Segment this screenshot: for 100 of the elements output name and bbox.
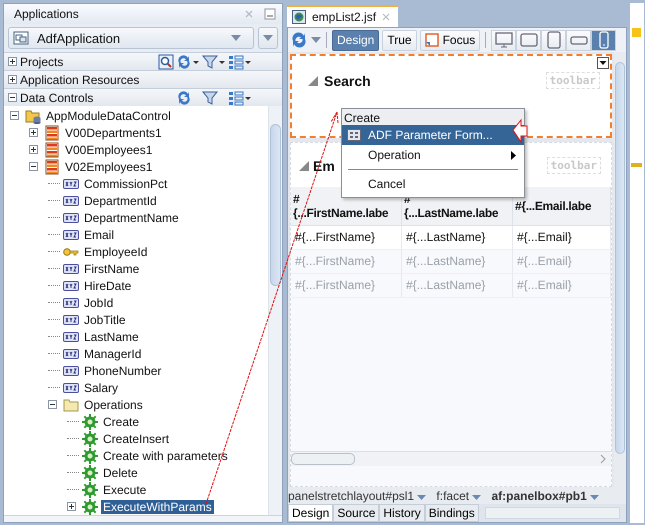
application-selector[interactable]: AdfApplication [8, 27, 254, 49]
expander-icon[interactable] [29, 145, 38, 154]
disclosure-icon[interactable] [308, 76, 318, 86]
tree-item[interactable]: V00Departments1 [63, 126, 164, 140]
view-tab[interactable]: History [379, 504, 425, 522]
submenu-arrow-icon [511, 150, 516, 160]
caret-icon[interactable] [590, 494, 600, 500]
vertical-scrollbar[interactable] [268, 106, 282, 515]
minimize-icon[interactable] [264, 8, 276, 20]
attribute-icon [63, 314, 79, 324]
attribute-icon [63, 348, 79, 358]
gear-icon [82, 414, 98, 430]
scroll-right-icon[interactable] [599, 454, 607, 464]
data-control-icon [25, 108, 41, 124]
caret-icon[interactable] [417, 494, 426, 500]
panel-title: Applications [14, 7, 80, 21]
tree-item[interactable]: ManagerId [82, 346, 144, 360]
tree-item[interactable]: JobId [82, 296, 116, 310]
horizontal-scrollbar[interactable] [4, 515, 282, 522]
breadcrumb-item[interactable]: af:panelbox#pb1 [491, 488, 600, 502]
caret-icon [263, 35, 273, 41]
vertical-scrollbar[interactable] [614, 52, 626, 504]
menu-item[interactable]: Operation [342, 145, 524, 165]
gear-icon [82, 448, 98, 464]
panel-title: Em [313, 158, 336, 174]
breadcrumb-item[interactable]: f:facet [436, 488, 482, 502]
breadcrumb-item[interactable]: panelstretchlayout#psl1 [288, 488, 426, 502]
tree-item[interactable]: Salary [82, 380, 120, 394]
tree-item[interactable]: EmployeeId [82, 244, 150, 258]
marker-icon[interactable] [631, 163, 642, 167]
panel-menu-icon[interactable] [597, 57, 609, 69]
expander-icon[interactable] [29, 162, 38, 171]
expander-icon[interactable] [8, 93, 17, 102]
collection-icon [44, 124, 60, 140]
disclosure-icon[interactable] [299, 160, 309, 170]
search-icon[interactable] [158, 54, 174, 70]
editor-tab[interactable]: empList2.jsf [287, 5, 398, 27]
view-tab[interactable]: Source [333, 504, 380, 522]
tree-item[interactable]: FirstName [82, 262, 142, 276]
expander-icon[interactable] [48, 400, 57, 409]
tree-item[interactable]: Create [101, 414, 142, 428]
tree-item[interactable]: HireDate [82, 278, 134, 292]
attribute-icon [63, 230, 79, 240]
horizontal-scrollbar[interactable] [484, 507, 620, 519]
view-tab[interactable]: Design [288, 504, 334, 522]
phone-preview-button[interactable] [591, 30, 616, 50]
table-cell: #{...LastName} [402, 274, 513, 298]
tree-item[interactable]: LastName [82, 330, 141, 344]
tree-item[interactable]: DepartmentName [82, 210, 181, 224]
tree-item[interactable]: JobTitle [82, 312, 128, 326]
tree-item[interactable]: Operations [82, 398, 145, 412]
refresh-icon[interactable] [176, 54, 200, 70]
expander-icon[interactable] [10, 111, 19, 120]
menu-item[interactable]: ADF Parameter Form... [342, 125, 524, 145]
layout-options-icon[interactable] [228, 54, 252, 70]
tree-item[interactable]: PhoneNumber [82, 364, 164, 378]
focus-button[interactable]: Focus [420, 30, 480, 50]
tablet-icon [544, 31, 563, 49]
filter-icon[interactable] [202, 54, 226, 70]
tree-item[interactable]: Execute [101, 482, 148, 496]
table-cell: #{...FirstName} [291, 274, 402, 298]
tree-item[interactable]: V02Employees1 [63, 160, 154, 174]
tree-item[interactable]: ExecuteWithParams [101, 500, 214, 514]
mode-button[interactable]: True [382, 30, 417, 50]
dropdown-caret-icon[interactable] [311, 37, 321, 43]
horizontal-scrollbar[interactable] [291, 451, 611, 466]
attribute-icon [63, 178, 79, 188]
layout-options-icon[interactable] [228, 90, 252, 106]
tree-item[interactable]: CreateInsert [101, 432, 172, 446]
caret-icon[interactable] [472, 494, 482, 500]
tree-item[interactable]: Email [82, 228, 116, 242]
view-tab[interactable]: Bindings [424, 504, 479, 522]
marker-icon[interactable] [632, 28, 641, 37]
tree-item[interactable]: Create with parameters [101, 448, 230, 462]
dropdown-caret-icon [231, 35, 241, 41]
attribute-icon [63, 212, 79, 222]
desktop-icon [494, 31, 513, 49]
expander-icon[interactable] [67, 502, 76, 511]
tree-item[interactable]: DepartmentId [82, 194, 159, 208]
table-cell: #{...Email} [513, 274, 611, 298]
gear-icon [82, 498, 98, 514]
desktop-preview-button[interactable] [491, 30, 516, 50]
phone-landscape-preview-button[interactable] [566, 30, 592, 50]
tablet-landscape-preview-button[interactable] [516, 30, 542, 50]
tree-item[interactable]: CommissionPct [82, 176, 170, 190]
refresh-icon[interactable] [290, 31, 308, 49]
tree-item[interactable]: Delete [101, 466, 140, 480]
collection-icon [44, 142, 60, 158]
attribute-icon [63, 366, 79, 376]
tablet-landscape-icon [520, 31, 538, 49]
tree-item[interactable]: AppModuleDataControl [44, 108, 173, 122]
panel-title: Search [324, 72, 372, 88]
tablet-preview-button[interactable] [541, 30, 566, 50]
expander-icon[interactable] [29, 128, 38, 137]
mode-button[interactable]: Design [332, 30, 380, 50]
focus-icon [424, 33, 439, 47]
tree-item[interactable]: V00Employees1 [63, 142, 154, 156]
menu-dropdown-button[interactable] [258, 27, 278, 49]
expander-icon[interactable] [8, 57, 17, 66]
expander-icon[interactable] [8, 75, 17, 84]
